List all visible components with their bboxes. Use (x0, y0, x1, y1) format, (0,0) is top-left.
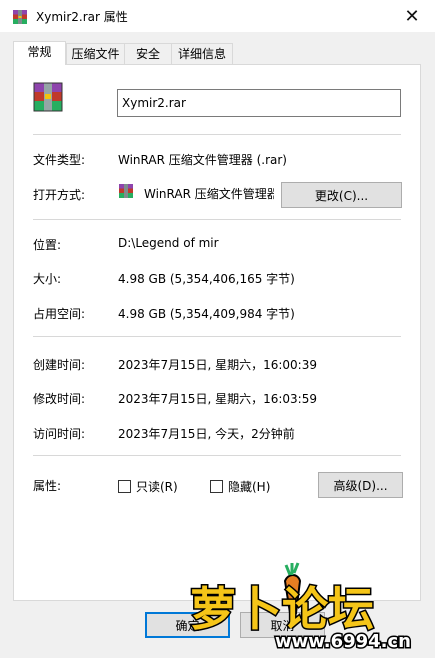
readonly-checkbox[interactable]: 只读(R) (118, 478, 178, 495)
tab-general[interactable]: 常规 (13, 41, 66, 65)
tab-security[interactable]: 安全 (124, 43, 172, 64)
file-type-label: 文件类型: (33, 153, 86, 167)
created-label: 创建时间: (33, 358, 86, 372)
divider (33, 134, 401, 135)
filename-field[interactable] (117, 89, 401, 117)
checkbox-box[interactable] (118, 480, 131, 493)
watermark-logo: 萝卜论坛 www.6994.cn (189, 562, 413, 654)
divider (33, 336, 401, 337)
close-button[interactable]: ✕ (389, 0, 435, 32)
file-type-value: WinRAR 压缩文件管理器 (.rar) (118, 153, 287, 167)
watermark-url: www.6994.cn (275, 631, 411, 652)
divider (33, 455, 401, 456)
modified-value: 2023年7月15日, 星期六，16:03:59 (118, 392, 317, 406)
size-value: 4.98 GB (5,354,406,165 字节) (118, 272, 295, 286)
attributes-label: 属性: (33, 479, 62, 493)
winrar-archive-icon (33, 82, 63, 112)
change-button[interactable]: 更改(C)... (281, 182, 402, 208)
divider (33, 219, 401, 220)
created-value: 2023年7月15日, 星期六，16:00:39 (118, 358, 317, 372)
size-on-disk-label: 占用空间: (33, 307, 86, 321)
location-value: D:\Legend of mir (118, 236, 219, 250)
location-label: 位置: (33, 238, 62, 252)
opens-with-label: 打开方式: (33, 188, 86, 202)
readonly-label: 只读(R) (136, 480, 178, 494)
tab-archive[interactable]: 压缩文件 (66, 43, 125, 64)
watermark-title: 萝卜论坛 (190, 582, 374, 636)
checkbox-box[interactable] (210, 480, 223, 493)
size-on-disk-value: 4.98 GB (5,354,409,984 字节) (118, 307, 295, 321)
tab-details[interactable]: 详细信息 (171, 43, 233, 64)
advanced-button[interactable]: 高级(D)... (318, 472, 403, 498)
hidden-label: 隐藏(H) (228, 480, 271, 494)
accessed-value: 2023年7月15日, 今天，2分钟前 (118, 427, 295, 441)
hidden-checkbox[interactable]: 隐藏(H) (210, 478, 270, 495)
modified-label: 修改时间: (33, 392, 86, 406)
size-label: 大小: (33, 272, 62, 286)
close-icon: ✕ (404, 5, 420, 27)
title-bar: Xymir2.rar 属性 ✕ (0, 0, 435, 32)
winrar-file-icon (13, 10, 27, 24)
window-title: Xymir2.rar 属性 (36, 10, 128, 24)
opens-with-value: WinRAR 压缩文件管理器 (144, 187, 274, 201)
winrar-app-icon (119, 184, 133, 198)
accessed-label: 访问时间: (33, 427, 86, 441)
general-panel (13, 64, 421, 601)
